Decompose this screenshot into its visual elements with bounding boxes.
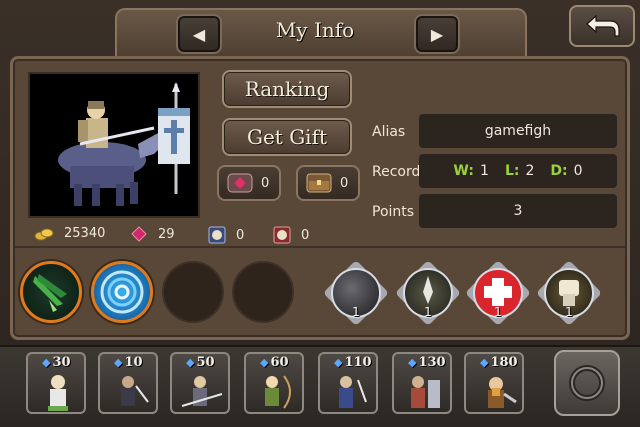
clock-card-icon bbox=[273, 226, 291, 244]
unit-cost: ◆ 60 bbox=[260, 355, 289, 370]
empty-skill-slot[interactable] bbox=[232, 261, 294, 323]
wins-key: W: bbox=[453, 163, 475, 179]
alias-label: Alias bbox=[372, 124, 406, 140]
rogue-unit-icon bbox=[121, 376, 149, 406]
unit-cost: ◆ 110 bbox=[334, 355, 372, 370]
swordsman-unit-icon bbox=[339, 376, 367, 408]
page-title: My Info bbox=[275, 18, 355, 42]
fist-item-count: 1 bbox=[565, 305, 573, 319]
old-wizard-unit-icon bbox=[48, 375, 68, 411]
timer1-resource: 0 bbox=[208, 226, 244, 244]
bomb-item[interactable]: 1 bbox=[322, 259, 390, 327]
crystal-icon: ◆ bbox=[186, 356, 195, 369]
timer1-amount: 0 bbox=[236, 227, 245, 243]
prev-page-button[interactable]: ◀ bbox=[176, 14, 222, 54]
heal-item-count: 1 bbox=[494, 305, 502, 319]
points-label: Points bbox=[372, 204, 415, 220]
left-arrow-icon: ◀ bbox=[192, 24, 206, 44]
unit-cost-value: 180 bbox=[490, 355, 518, 370]
alias-field: gamefigh bbox=[419, 114, 617, 148]
losses-value: 2 bbox=[525, 163, 535, 179]
back-button[interactable] bbox=[569, 5, 635, 47]
gem-counter-button[interactable]: 0 bbox=[217, 165, 281, 201]
back-arrow-icon bbox=[586, 14, 620, 37]
unit-cost-value: 10 bbox=[124, 355, 143, 370]
gold-amount: 25340 bbox=[64, 226, 106, 241]
right-arrow-icon: ▶ bbox=[430, 24, 444, 44]
spear-item-count: 1 bbox=[424, 305, 432, 319]
archer-unit-icon bbox=[265, 375, 291, 409]
bomb-item-count: 1 bbox=[352, 305, 360, 319]
panel-divider bbox=[14, 246, 626, 248]
gold-coins-icon bbox=[34, 228, 54, 240]
gem-amount: 29 bbox=[158, 226, 175, 242]
unit-slot-6[interactable]: ◆ 130 bbox=[392, 352, 452, 414]
ruby-gem-icon bbox=[227, 173, 253, 193]
viking-unit-icon bbox=[488, 377, 517, 408]
draws-value: 0 bbox=[573, 163, 583, 179]
unit-slot-4[interactable]: ◆ 60 bbox=[244, 352, 304, 414]
shield-knight-unit-icon bbox=[411, 376, 440, 408]
next-page-button[interactable]: ▶ bbox=[414, 14, 460, 54]
spear-item[interactable]: 1 bbox=[394, 259, 462, 327]
heal-item[interactable]: 1 bbox=[464, 259, 532, 327]
chest-counter-button[interactable]: 0 bbox=[296, 165, 360, 201]
gem-resource: 29 bbox=[130, 226, 175, 242]
crystal-icon: ◆ bbox=[114, 356, 123, 369]
unit-slot-1[interactable]: ◆ 30 bbox=[26, 352, 86, 414]
ranking-button[interactable]: Ranking bbox=[222, 70, 352, 108]
timer2-amount: 0 bbox=[301, 227, 310, 243]
pink-gem-icon bbox=[131, 226, 147, 242]
empty-skill-slot[interactable] bbox=[162, 261, 224, 323]
unit-cost-value: 60 bbox=[270, 355, 289, 370]
gem-count: 0 bbox=[261, 175, 270, 191]
fist-item[interactable]: 1 bbox=[535, 259, 603, 327]
unit-slot-3[interactable]: ◆ 50 bbox=[170, 352, 230, 414]
unit-cost: ◆ 50 bbox=[186, 355, 215, 370]
losses-key: L: bbox=[504, 163, 520, 179]
unit-cost: ◆ 180 bbox=[480, 355, 518, 370]
treasure-chest-icon bbox=[306, 173, 332, 193]
unit-cost-value: 50 bbox=[196, 355, 215, 370]
wins-value: 1 bbox=[480, 163, 489, 179]
hourglass-card-icon bbox=[208, 226, 226, 244]
crystal-icon: ◆ bbox=[408, 356, 417, 369]
crystal-icon: ◆ bbox=[480, 356, 489, 369]
unit-cost: ◆ 10 bbox=[114, 355, 143, 370]
unit-cost-value: 110 bbox=[344, 355, 372, 370]
blue-vortex-skill-icon[interactable] bbox=[91, 261, 153, 323]
gold-resource: 25340 bbox=[34, 226, 105, 241]
unit-slot-5[interactable]: ◆ 110 bbox=[318, 352, 378, 414]
unit-cost: ◆ 130 bbox=[408, 355, 446, 370]
chest-count: 0 bbox=[340, 175, 349, 191]
ring-icon bbox=[569, 365, 605, 401]
crystal-icon: ◆ bbox=[334, 356, 343, 369]
hero-portrait bbox=[28, 72, 200, 218]
unit-cost: ◆ 30 bbox=[42, 355, 71, 370]
refresh-button[interactable] bbox=[554, 350, 620, 416]
record-field: W: 1 L: 2 D: 0 bbox=[419, 154, 617, 188]
crystal-icon: ◆ bbox=[260, 356, 269, 369]
spearman-unit-icon bbox=[181, 376, 223, 407]
unit-cost-value: 30 bbox=[52, 355, 71, 370]
unit-slot-2[interactable]: ◆ 10 bbox=[98, 352, 158, 414]
unit-slot-7[interactable]: ◆ 180 bbox=[464, 352, 524, 414]
green-blade-skill-icon[interactable] bbox=[20, 261, 82, 323]
unit-cost-value: 130 bbox=[418, 355, 446, 370]
points-field: 3 bbox=[419, 194, 617, 228]
draws-key: D: bbox=[550, 163, 568, 179]
crystal-icon: ◆ bbox=[42, 356, 51, 369]
timer2-resource: 0 bbox=[273, 226, 309, 244]
record-label: Record bbox=[372, 164, 421, 180]
get-gift-button[interactable]: Get Gift bbox=[222, 118, 352, 156]
